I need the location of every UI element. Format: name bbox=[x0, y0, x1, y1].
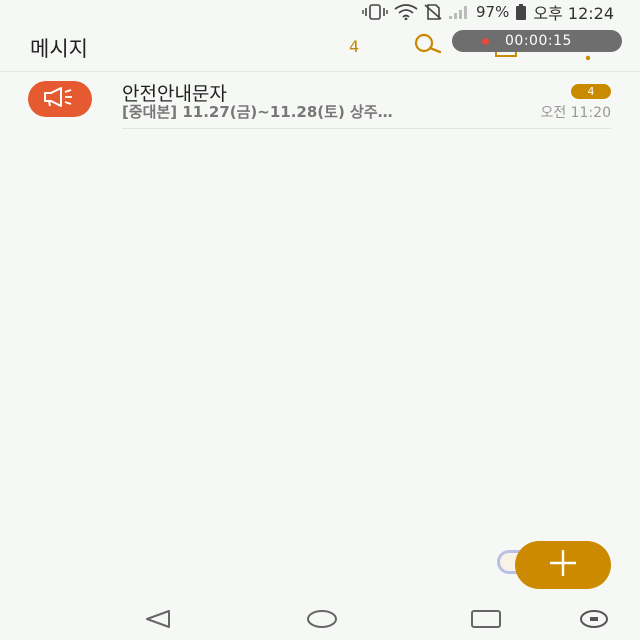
home-icon bbox=[305, 609, 339, 633]
vibrate-icon bbox=[362, 4, 388, 20]
unread-count: 4 bbox=[349, 37, 360, 56]
screen-recorder-pill[interactable]: 00:00:15 bbox=[452, 30, 622, 52]
navigation-bar bbox=[0, 600, 640, 640]
signal-icon bbox=[448, 4, 470, 20]
battery-icon bbox=[515, 4, 527, 20]
status-icons: 97% 오후 12:24 bbox=[362, 2, 614, 23]
clock: 오후 12:24 bbox=[533, 4, 614, 23]
search-icon bbox=[410, 33, 446, 59]
recents-icon bbox=[470, 609, 502, 633]
wifi-icon bbox=[394, 4, 418, 20]
notification-button[interactable] bbox=[574, 608, 614, 634]
conversation-preview: [중대본] 11.27(금)~11.28(토) 상주… bbox=[122, 103, 393, 121]
row-divider bbox=[122, 128, 611, 129]
search-button[interactable] bbox=[408, 30, 448, 62]
back-icon bbox=[143, 609, 173, 633]
no-sim-icon bbox=[424, 4, 442, 20]
recording-time: 00:00:15 bbox=[505, 33, 572, 49]
back-button[interactable] bbox=[138, 608, 178, 634]
record-dot-icon bbox=[482, 37, 489, 45]
home-button[interactable] bbox=[302, 608, 342, 634]
plus-icon bbox=[546, 546, 580, 584]
avatar[interactable] bbox=[28, 81, 92, 117]
conversation-time: 오전 11:20 bbox=[540, 105, 611, 121]
megaphone-icon bbox=[41, 86, 79, 112]
unread-badge: 4 bbox=[571, 84, 611, 99]
conversation-item[interactable]: 안전안내문자 [중대본] 11.27(금)~11.28(토) 상주… 4 오전 … bbox=[0, 74, 640, 130]
notification-icon bbox=[579, 609, 609, 633]
page-title: 메시지 bbox=[30, 37, 88, 61]
battery-percent: 97% bbox=[476, 3, 510, 21]
header-divider bbox=[0, 71, 640, 72]
recents-button[interactable] bbox=[466, 608, 506, 634]
status-bar: 97% 오후 12:24 bbox=[0, 0, 640, 24]
new-message-button[interactable] bbox=[515, 541, 611, 589]
